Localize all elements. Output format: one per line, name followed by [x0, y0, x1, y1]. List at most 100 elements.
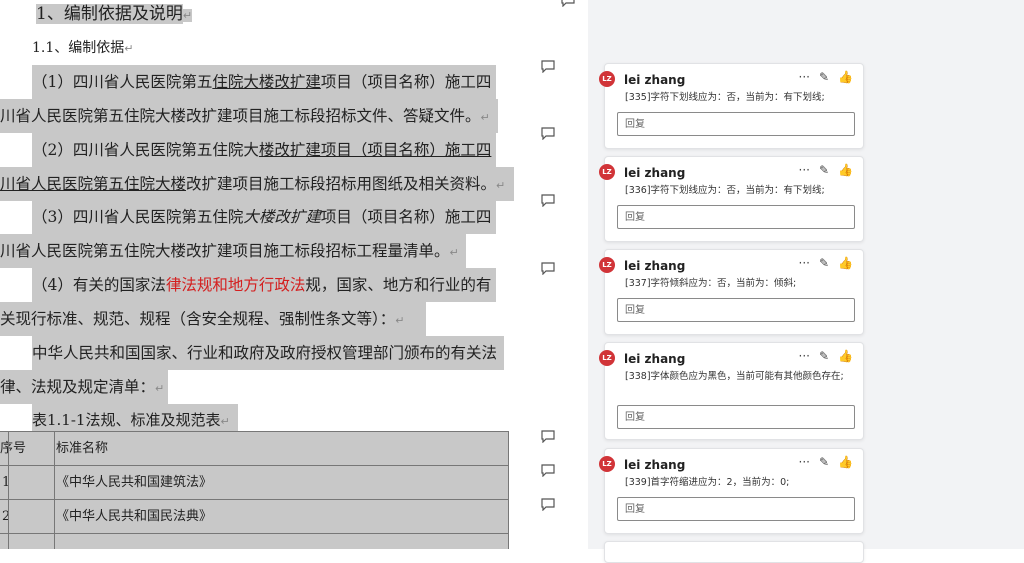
table-divider [8, 431, 9, 549]
comment-card[interactable]: LZ lei zhang ··· ✎ 👍 [337]字符倾斜应为：否，当前为：倾斜;… [599, 249, 864, 335]
comment-text: [337]字符倾斜应为：否，当前为：倾斜; [625, 278, 797, 289]
subheading-line: 1.1、编制依据↵ [32, 31, 133, 65]
item-4-text-c: 规，国家、地方和行业的有 [305, 276, 492, 294]
comment-author: lei zhang [624, 352, 686, 366]
table-caption-line: 表1.1-1法规、标准及规范表↵ [32, 404, 238, 432]
like-icon[interactable]: 👍 [838, 256, 853, 270]
item-4-line-2: 关现行标准、规范、规程（含安全规程、强制性条文等）：↵ [0, 302, 426, 336]
comment-actions: ··· ✎ 👍 [790, 256, 853, 270]
paragraph-mark: ↵ [395, 314, 405, 327]
edit-icon[interactable]: ✎ [819, 455, 829, 469]
avatar: LZ [599, 71, 615, 87]
table-row: 1 《中华人民共和国建筑法》 [0, 465, 508, 499]
reply-input[interactable]: 回复 [617, 405, 855, 429]
paragraph-mark: ↵ [124, 42, 134, 55]
comment-marker-icon[interactable] [541, 262, 555, 275]
paragraph-mark: ↵ [220, 415, 230, 428]
comment-marker-icon[interactable] [561, 0, 575, 7]
item-1-text-d: 川省人民医院第五住院大楼改扩建项目施工标段招标文件、答疑文件。 [0, 107, 481, 125]
comment-actions: ··· ✎ 👍 [790, 163, 853, 177]
comment-marker-icon[interactable] [541, 127, 555, 140]
more-options-icon[interactable]: ··· [799, 70, 810, 84]
avatar: LZ [599, 164, 615, 180]
heading-line: 1、编制依据及说明↵ [36, 0, 193, 31]
comment-text: [338]字体颜色应为黑色，当前可能有其他颜色存在; [625, 371, 844, 382]
reply-input[interactable]: 回复 [617, 112, 855, 136]
para-text-1: 中华人民共和国国家、行业和政府及政府授权管理部门颁布的有关法 [32, 344, 498, 362]
paragraph-mark: ↵ [182, 9, 193, 22]
edit-icon[interactable]: ✎ [819, 163, 829, 177]
paragraph-mark: ↵ [155, 382, 165, 395]
comment-marker-icon[interactable] [541, 194, 555, 207]
item-3-italic: 大楼改扩建 [243, 208, 321, 226]
avatar: LZ [599, 257, 615, 273]
edit-icon[interactable]: ✎ [819, 70, 829, 84]
comment-author: lei zhang [624, 259, 686, 273]
avatar: LZ [599, 350, 615, 366]
item-4-red-text: 律法规和地方行政法 [165, 276, 306, 294]
reply-input[interactable]: 回复 [617, 298, 855, 322]
item-1-line-2: 川省人民医院第五住院大楼改扩建项目施工标段招标文件、答疑文件。↵ [0, 99, 498, 133]
like-icon[interactable]: 👍 [838, 349, 853, 363]
comment-card[interactable]: LZ lei zhang ··· ✎ 👍 [338]字体颜色应为黑色，当前可能有其他… [599, 342, 864, 440]
document-heading: 1、编制依据及说明 [36, 4, 183, 24]
item-4-text-d: 关现行标准、规范、规程（含安全规程、强制性条文等）： [0, 310, 396, 328]
paragraph-mark: ↵ [480, 111, 490, 124]
item-2-text-d: 改扩建项目施工标段招标用图纸及相关资料。 [186, 175, 497, 193]
edit-icon[interactable]: ✎ [819, 349, 829, 363]
reply-input[interactable]: 回复 [617, 497, 855, 521]
like-icon[interactable]: 👍 [838, 70, 853, 84]
paragraph-mark: ↵ [496, 179, 506, 192]
table-divider [54, 431, 55, 549]
more-options-icon[interactable]: ··· [799, 455, 810, 469]
comment-marker-icon[interactable] [541, 464, 555, 477]
document-page[interactable]: 1、编制依据及说明↵ 1.1、编制依据↵ （1）四川省人民医院第五住院大楼改扩建… [0, 0, 588, 549]
item-3-line-1: （3）四川省人民医院第五住院大楼改扩建项目（项目名称）施工四 [32, 200, 496, 234]
item-4-line-1: （4）有关的国家法律法规和地方行政法规，国家、地方和行业的有 [32, 268, 496, 302]
table-caption: 表1.1-1法规、标准及规范表 [32, 411, 221, 429]
table-header-name: 标准名称 [56, 441, 109, 456]
like-icon[interactable]: 👍 [838, 163, 853, 177]
item-3-line-2: 川省人民医院第五住院大楼改扩建项目施工标段招标工程量清单。↵ [0, 234, 466, 268]
edit-icon[interactable]: ✎ [819, 256, 829, 270]
item-2-line-1: （2）四川省人民医院第五住院大楼改扩建项目（项目名称）施工四 [32, 133, 496, 167]
item-2-text-a: （2）四川省人民医院第五住院大 [32, 141, 259, 159]
comment-marker-icon[interactable] [541, 60, 555, 73]
comment-card[interactable]: LZ lei zhang ··· ✎ 👍 [336]字符下划线应为：否，当前为：有下… [599, 156, 864, 242]
document-subheading: 1.1、编制依据 [32, 40, 125, 56]
table-cell-name: 《中华人民共和国民法典》 [56, 509, 213, 524]
like-icon[interactable]: 👍 [838, 455, 853, 469]
comment-card[interactable] [604, 541, 864, 563]
reply-input[interactable]: 回复 [617, 205, 855, 229]
comment-marker-icon[interactable] [541, 430, 555, 443]
table-header-index: 序号 [0, 441, 27, 456]
more-options-icon[interactable]: ··· [799, 256, 810, 270]
comment-text: [335]字符下划线应为：否，当前为：有下划线; [625, 92, 825, 103]
item-2-line-2: 川省人民医院第五住院大楼改扩建项目施工标段招标用图纸及相关资料。↵ [0, 167, 514, 201]
para-text-2: 律、法规及规定清单： [0, 378, 156, 396]
table-row [0, 533, 508, 549]
item-4-text-a: （4）有关的国家法 [32, 276, 166, 294]
more-options-icon[interactable]: ··· [799, 163, 810, 177]
item-1-text-a: （1）四川省人民医院第五 [32, 73, 213, 91]
comment-marker-icon[interactable] [541, 498, 555, 511]
table-row: 2 《中华人民共和国民法典》 [0, 499, 508, 533]
item-3-text-c: 项目（项目名称）施工四 [320, 208, 492, 226]
paragraph-mark: ↵ [449, 246, 459, 259]
para-line-2: 律、法规及规定清单：↵ [0, 370, 168, 404]
comment-actions: ··· ✎ 👍 [790, 455, 853, 469]
comment-text: [339]首字符缩进应为：2，当前为：0; [625, 477, 790, 488]
table-cell-index: 2 [2, 509, 11, 524]
table-cell-name: 《中华人民共和国建筑法》 [56, 475, 213, 490]
table-divider [508, 431, 509, 549]
comment-author: lei zhang [624, 73, 686, 87]
comment-card[interactable]: LZ lei zhang ··· ✎ 👍 [335]字符下划线应为：否，当前为：有下… [599, 63, 864, 149]
table-cell-index: 1 [2, 475, 11, 490]
comment-actions: ··· ✎ 👍 [790, 70, 853, 84]
item-2-underlined: 楼改扩建项目（项目名称）施工四 [258, 141, 492, 159]
comment-card[interactable]: LZ lei zhang ··· ✎ 👍 [339]首字符缩进应为：2，当前为：0;… [599, 448, 864, 534]
more-options-icon[interactable]: ··· [799, 349, 810, 363]
item-3-text-a: （3）四川省人民医院第五住院 [32, 208, 244, 226]
comment-actions: ··· ✎ 👍 [790, 349, 853, 363]
para-line-1: 中华人民共和国国家、行业和政府及政府授权管理部门颁布的有关法 [32, 336, 504, 370]
